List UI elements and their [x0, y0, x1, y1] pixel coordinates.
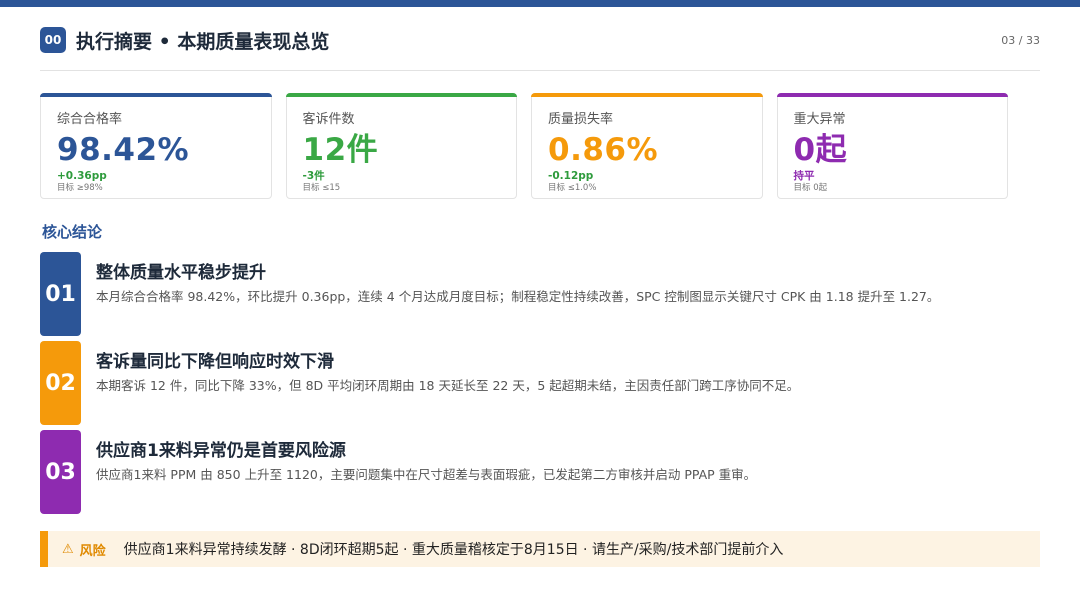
kpi-delta: +0.36pp [57, 170, 107, 182]
kpi-label: 重大异常 [793, 112, 846, 127]
section-badge: 00 [40, 27, 66, 53]
risk-accent-bar [40, 531, 48, 567]
finding-title: 客诉量同比下降但响应时效下滑 [96, 352, 334, 372]
finding-number: 03 [40, 430, 81, 514]
kpi-value: 98.42% [57, 132, 190, 168]
kpi-accent-bar [40, 93, 272, 97]
finding-item: 03 供应商1来料异常仍是首要风险源 供应商1来料 PPM 由 850 上升至 … [40, 430, 1040, 514]
kpi-delta: -0.12pp [548, 170, 594, 182]
finding-item: 01 整体质量水平稳步提升 本月综合合格率 98.42%，环比提升 0.36pp… [40, 252, 1040, 336]
kpi-delta: 持平 [793, 170, 815, 182]
page-header: 00 执行摘要 • 本期质量表现总览 03 / 33 [40, 24, 1040, 56]
kpi-accent-bar [531, 93, 763, 97]
kpi-label: 客诉件数 [302, 112, 355, 127]
finding-number: 01 [40, 252, 81, 336]
risk-text: 供应商1来料异常持续发酵 · 8D闭环超期5起 · 重大质量稽核定于8月15日 … [123, 542, 784, 558]
kpi-accent-bar [776, 93, 1008, 97]
page-title: 执行摘要 • 本期质量表现总览 [76, 30, 330, 53]
risk-banner: ⚠ 风险 供应商1来料异常持续发酵 · 8D闭环超期5起 · 重大质量稽核定于8… [40, 531, 1040, 567]
kpi-card-loss-rate: 质量损失率 0.86% -0.12pp 目标 ≤1.0% [531, 93, 763, 199]
kpi-card-pass-rate: 综合合格率 98.42% +0.36pp 目标 ≥98% [40, 93, 272, 199]
kpi-target: 目标 ≥98% [57, 183, 103, 193]
finding-description: 本月综合合格率 98.42%，环比提升 0.36pp，连续 4 个月达成月度目标… [96, 289, 940, 304]
finding-number: 02 [40, 341, 81, 425]
finding-title: 整体质量水平稳步提升 [96, 263, 266, 283]
kpi-card-complaints: 客诉件数 12件 -3件 目标 ≤15 [285, 93, 517, 199]
warning-icon: ⚠ [62, 541, 74, 557]
section-title: 核心结论 [42, 223, 103, 241]
header-divider [40, 70, 1040, 71]
kpi-target: 目标 ≤1.0% [548, 183, 597, 193]
kpi-card-major-anomalies: 重大异常 0起 持平 目标 0起 [776, 93, 1008, 199]
finding-title: 供应商1来料异常仍是首要风险源 [96, 441, 346, 461]
kpi-target: 目标 0起 [793, 183, 828, 193]
kpi-label: 质量损失率 [548, 112, 614, 127]
page-number: 03 / 33 [1001, 33, 1040, 47]
top-accent-bar [0, 0, 1080, 7]
kpi-value: 0.86% [548, 132, 659, 168]
kpi-label: 综合合格率 [57, 112, 123, 127]
risk-label: 风险 [79, 543, 106, 559]
finding-item: 02 客诉量同比下降但响应时效下滑 本期客诉 12 件，同比下降 33%，但 8… [40, 341, 1040, 425]
kpi-target: 目标 ≤15 [302, 183, 341, 193]
kpi-value: 0起 [793, 132, 848, 168]
kpi-row: 综合合格率 98.42% +0.36pp 目标 ≥98% 客诉件数 12件 -3… [40, 93, 1008, 199]
finding-description: 供应商1来料 PPM 由 850 上升至 1120，主要问题集中在尺寸超差与表面… [96, 467, 757, 482]
kpi-delta: -3件 [302, 170, 325, 182]
finding-description: 本期客诉 12 件，同比下降 33%，但 8D 平均闭环周期由 18 天延长至 … [96, 378, 800, 393]
kpi-value: 12件 [302, 132, 379, 168]
kpi-accent-bar [285, 93, 517, 97]
